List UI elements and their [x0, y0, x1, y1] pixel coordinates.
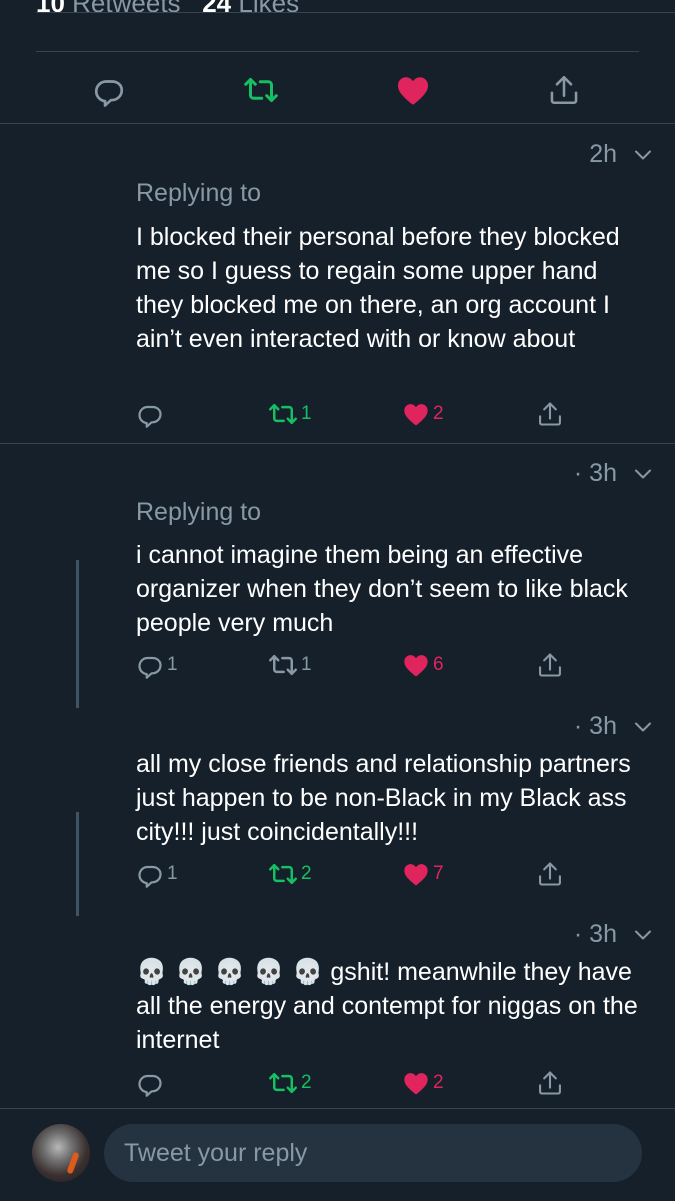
retweet-button[interactable]: 1	[268, 394, 312, 434]
share-button[interactable]	[536, 645, 564, 685]
like-count: 6	[433, 654, 444, 675]
like-count: 2	[433, 403, 444, 424]
like-count: 2	[433, 1072, 444, 1093]
thread-line	[76, 560, 79, 708]
tweet-text: all my close friends and relationship pa…	[136, 750, 631, 846]
like-button[interactable]: 7	[402, 854, 444, 894]
retweet-count: 1	[301, 654, 312, 675]
heart-icon	[402, 1069, 430, 1097]
retweets-count: 10	[36, 0, 65, 18]
tweet-time-row: · 3h	[574, 459, 655, 488]
like-button[interactable]: 2	[402, 394, 444, 434]
replying-to-label: Replying to	[136, 179, 262, 207]
chevron-down-icon[interactable]	[631, 715, 655, 739]
chevron-down-icon[interactable]	[631, 923, 655, 947]
divider	[0, 443, 675, 444]
heart-icon	[402, 860, 430, 888]
retweet-count: 1	[301, 403, 312, 424]
tweet-time: 2h	[589, 140, 617, 168]
like-button[interactable]: 6	[402, 645, 444, 685]
share-icon	[536, 1069, 564, 1097]
like-button[interactable]	[395, 70, 431, 110]
tweet-time-row: · 3h	[574, 920, 655, 949]
retweet-button[interactable]: 2	[268, 854, 312, 894]
avatar[interactable]	[32, 1124, 90, 1182]
share-button[interactable]	[547, 70, 581, 110]
divider	[36, 12, 675, 13]
tweet-text-line1: gshit! meanwhile they	[330, 958, 571, 986]
tweet-actions: 2 2	[0, 1063, 675, 1103]
retweet-button[interactable]	[243, 70, 279, 110]
share-button[interactable]	[536, 1063, 564, 1103]
likes-label[interactable]: Likes	[238, 0, 299, 18]
tweet-time: · 3h	[573, 920, 617, 948]
reply-icon	[92, 73, 126, 107]
tweet-text: I blocked their personal before they blo…	[136, 223, 620, 353]
share-icon	[536, 860, 564, 888]
reply-button[interactable]	[136, 394, 167, 434]
tweet-actions: 1 2	[0, 394, 675, 434]
reply-count: 1	[167, 654, 178, 675]
heart-icon	[402, 651, 430, 679]
retweet-button[interactable]: 2	[268, 1063, 312, 1103]
retweet-icon	[268, 399, 298, 429]
retweet-icon	[268, 859, 298, 889]
avatar-image-detail	[66, 1151, 80, 1175]
tweet-time-row: 2h	[589, 140, 655, 169]
retweet-icon	[243, 72, 279, 108]
tweet-text: 💀 💀 💀 💀 💀 gshit! meanwhile they have all…	[136, 955, 641, 1057]
skull-emoji: 💀 💀 💀 💀 💀	[136, 957, 324, 986]
retweet-icon	[268, 1068, 298, 1098]
tweet-time: · 3h	[573, 712, 617, 740]
reply-button[interactable]	[92, 70, 126, 110]
share-icon	[547, 73, 581, 107]
tweet-reply-input[interactable]	[104, 1124, 642, 1182]
divider	[0, 123, 675, 124]
heart-icon	[395, 72, 431, 108]
retweet-icon	[268, 650, 298, 680]
reply-icon	[136, 1069, 164, 1097]
share-icon	[536, 651, 564, 679]
reply-icon	[136, 400, 164, 428]
retweet-count: 2	[301, 863, 312, 884]
tweet-time: · 3h	[573, 459, 617, 487]
reply-button[interactable]: 1	[136, 645, 178, 685]
tweet-stats: 10 Retweets 24 Likes	[36, 0, 299, 19]
likes-count: 24	[202, 0, 232, 18]
retweets-label[interactable]: Retweets	[72, 0, 180, 18]
tweet-actions: 1 1 6	[0, 645, 675, 685]
tweet-time-row: · 3h	[574, 712, 655, 741]
heart-icon	[402, 400, 430, 428]
tweet-actions: 1 2 7	[0, 854, 675, 894]
chevron-down-icon[interactable]	[631, 143, 655, 167]
chevron-down-icon[interactable]	[631, 462, 655, 486]
main-tweet-actions	[0, 70, 675, 110]
like-button[interactable]: 2	[402, 1063, 444, 1103]
divider	[36, 51, 639, 52]
reply-count: 1	[167, 863, 178, 884]
reply-button[interactable]	[136, 1063, 167, 1103]
retweet-count: 2	[301, 1072, 312, 1093]
replying-to-label: Replying to	[136, 498, 262, 526]
tweet-text: i cannot imagine them being an effective…	[136, 541, 628, 637]
share-button[interactable]	[536, 854, 564, 894]
like-count: 7	[433, 863, 444, 884]
reply-icon	[136, 860, 164, 888]
retweet-button[interactable]: 1	[268, 645, 312, 685]
share-icon	[536, 400, 564, 428]
reply-icon	[136, 651, 164, 679]
reply-button[interactable]: 1	[136, 854, 178, 894]
share-button[interactable]	[536, 394, 564, 434]
